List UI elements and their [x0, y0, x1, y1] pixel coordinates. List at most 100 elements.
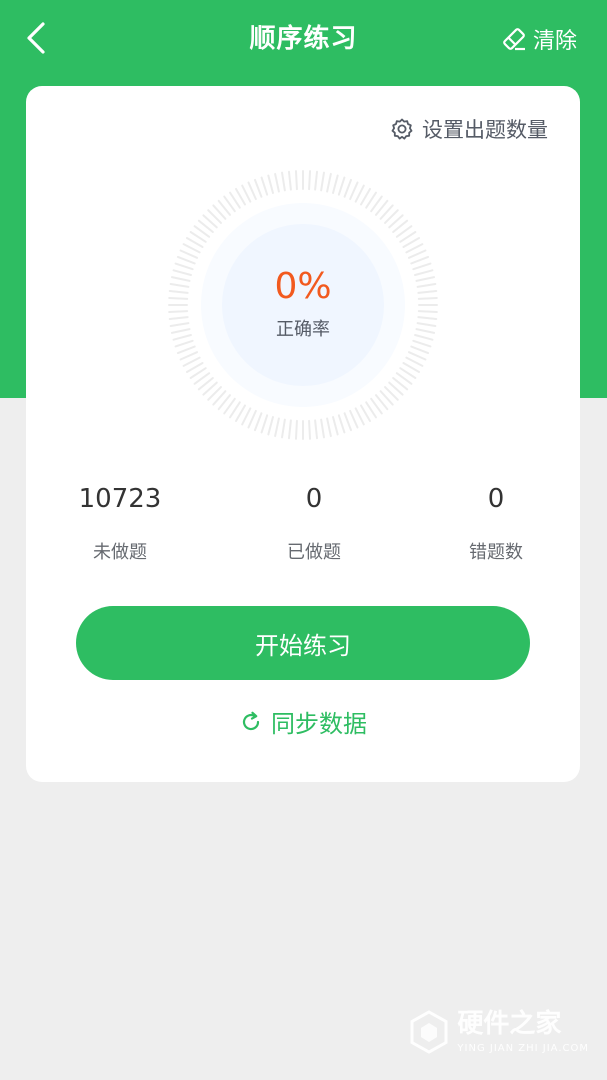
dial-tick — [326, 417, 332, 438]
dial-tick — [412, 339, 432, 348]
stat-done-value: 0 — [305, 484, 323, 514]
dial-tick — [407, 351, 427, 361]
dial-tick — [410, 345, 430, 355]
stats-row: 10723 未做题 0 已做题 0 错题数 — [26, 484, 580, 574]
dial-tick — [170, 328, 191, 334]
dial-tick — [417, 310, 438, 314]
dial-tick — [172, 269, 192, 276]
dial-tick — [247, 181, 257, 201]
dial-tick — [308, 170, 312, 191]
dial-tick — [343, 412, 353, 432]
dial-tick — [287, 170, 292, 191]
dial-tick — [260, 414, 269, 434]
dial-tick — [281, 418, 286, 439]
dial-tick — [416, 283, 437, 288]
stat-undone: 10723 未做题 — [40, 484, 200, 564]
dial-tick — [414, 334, 434, 341]
dial-tick — [294, 419, 298, 440]
dial-tick — [337, 176, 346, 196]
dial-tick — [314, 419, 319, 440]
dial-tick — [168, 310, 189, 314]
start-practice-button[interactable]: 开始练习 — [76, 606, 530, 680]
dial-tick — [349, 409, 359, 429]
dial-tick — [274, 172, 280, 193]
dial-tick — [281, 171, 286, 192]
dial-tick — [314, 170, 319, 191]
stat-done: 0 已做题 — [234, 484, 394, 564]
dial-tick — [417, 296, 438, 300]
dial-tick — [267, 416, 274, 436]
dial-tick — [407, 249, 427, 259]
sync-data-label: 同步数据 — [271, 710, 367, 738]
sync-data-button[interactable]: 同步数据 — [26, 704, 580, 739]
dial-tick — [168, 296, 189, 300]
dial-tick — [172, 334, 192, 341]
set-question-count-label: 设置出题数量 — [422, 118, 548, 142]
dial-tick — [414, 269, 434, 276]
cube-logo-icon — [410, 1010, 448, 1054]
dial-tick — [337, 414, 346, 434]
dial-tick — [332, 174, 339, 194]
dial-tick — [412, 262, 432, 271]
dial-tick — [267, 174, 274, 194]
dial-tick — [349, 181, 359, 201]
dial-tick — [169, 283, 190, 288]
dial-tick — [417, 316, 438, 321]
dial-tick — [179, 351, 199, 361]
dial-tick — [174, 262, 194, 271]
dial-tick — [332, 416, 339, 436]
dial-tick — [287, 419, 292, 440]
stat-done-label: 已做题 — [287, 542, 341, 563]
stat-undone-label: 未做题 — [93, 542, 147, 563]
dial-tick — [415, 276, 436, 282]
dial-tick — [405, 356, 424, 367]
dial-tick — [320, 418, 325, 439]
dial-tick — [354, 184, 365, 203]
dial-tick — [168, 316, 189, 321]
dial-tick — [416, 322, 437, 327]
dial-tick — [415, 328, 436, 334]
dial-tick — [247, 409, 257, 429]
stat-undone-value: 10723 — [78, 484, 162, 514]
watermark: 硬件之家 YING JIAN ZHI JIA.COM — [409, 1010, 589, 1054]
refresh-icon — [242, 711, 260, 730]
dial-tick — [320, 171, 325, 192]
dial-tick — [174, 339, 194, 348]
watermark-brand: 硬件之家 — [457, 1008, 562, 1039]
dial-tick — [405, 243, 424, 254]
set-question-count-button[interactable]: 设置出题数量 — [390, 114, 548, 144]
top-bar: 顺序练习 清除 — [0, 0, 607, 78]
dial-tick — [260, 176, 269, 196]
eraser-icon — [503, 28, 525, 51]
accuracy-dial: 0% 正确率 — [166, 168, 440, 442]
clear-button[interactable]: 清除 — [501, 22, 577, 56]
practice-card: 设置出题数量 0% 正确率 10723 未做题 0 已做题 0 错题数 开始练习 — [26, 86, 580, 782]
dial-tick — [343, 178, 353, 198]
stat-wrong-value: 0 — [487, 484, 505, 514]
dial-tick — [168, 289, 189, 294]
screen: 顺序练习 清除 设置出题数量 0% 正确率 10723 未做题 0 已做题 0 … — [0, 0, 607, 1080]
dial-tick — [170, 276, 191, 282]
gear-icon — [391, 118, 413, 140]
clear-label: 清除 — [532, 29, 577, 54]
accuracy-value: 0% — [274, 265, 332, 307]
dial-tick — [308, 419, 312, 440]
stat-wrong-label: 错题数 — [469, 542, 523, 563]
dial-tick — [179, 249, 199, 259]
dial-tick — [253, 412, 263, 432]
watermark-text: 硬件之家 YING JIAN ZHI JIA.COM — [457, 1011, 589, 1054]
dial-tick — [176, 255, 196, 265]
dial-tick — [410, 255, 430, 265]
accuracy-label: 正确率 — [276, 318, 330, 340]
dial-tick — [182, 356, 201, 367]
dial-tick — [182, 243, 201, 254]
dial-tick — [253, 178, 263, 198]
stat-wrong: 0 错题数 — [416, 484, 576, 564]
dial-tick — [176, 345, 196, 355]
watermark-sub: YING JIAN ZHI JIA.COM — [457, 1042, 589, 1054]
dial-tick — [241, 184, 252, 203]
dial-tick — [354, 407, 365, 426]
accuracy-center: 0% 正确率 — [222, 224, 384, 386]
dial-tick — [169, 322, 190, 327]
dial-tick — [294, 170, 298, 191]
